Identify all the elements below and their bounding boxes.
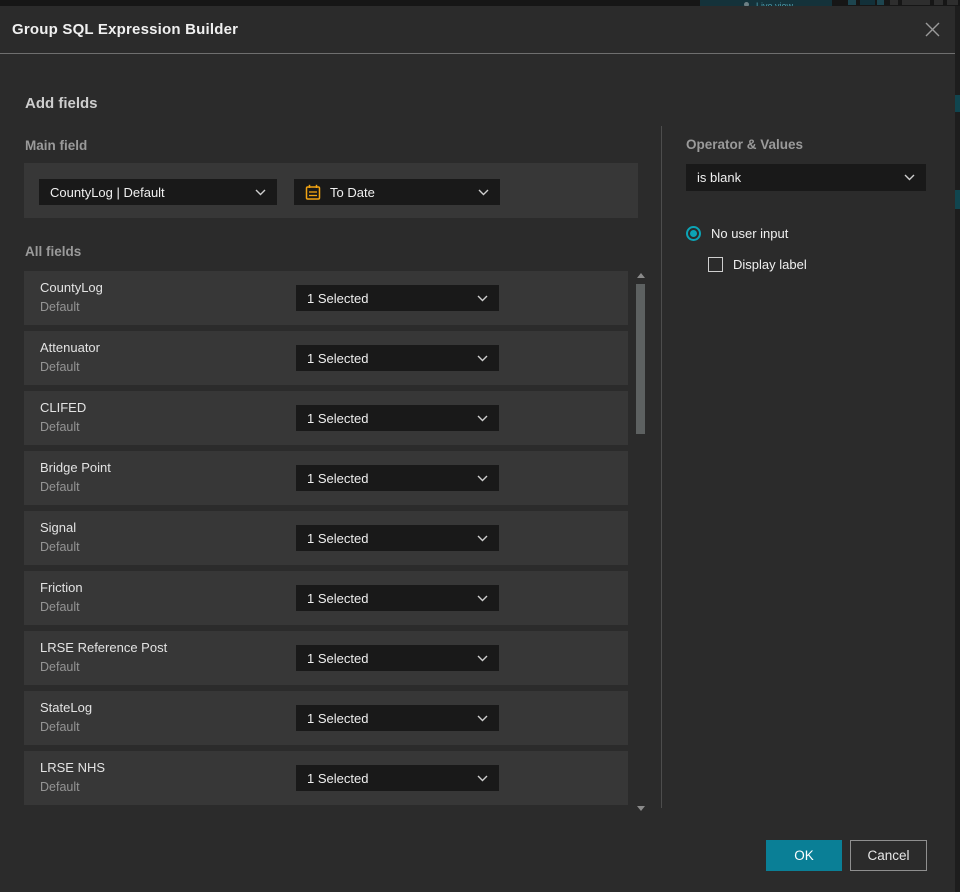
chevron-down-icon <box>477 475 488 482</box>
toolbar-fragment <box>902 0 930 5</box>
field-row-statelog: StateLog Default 1 Selected <box>24 691 628 745</box>
scroll-down-arrow-icon[interactable] <box>637 806 645 811</box>
toolbar-fragment <box>848 0 856 5</box>
selection-value: 1 Selected <box>307 410 369 426</box>
field-selection-dropdown[interactable]: 1 Selected <box>296 345 499 371</box>
field-name: LRSE NHS <box>40 760 106 775</box>
field-sublabel: Default <box>40 480 80 494</box>
selection-value: 1 Selected <box>307 710 369 726</box>
dialog-header: Group SQL Expression Builder <box>0 6 955 54</box>
field-name: CLIFED <box>40 400 87 415</box>
field-row-friction: Friction Default 1 Selected <box>24 571 628 625</box>
cancel-button[interactable]: Cancel <box>850 840 927 871</box>
radio-selected-icon <box>686 226 701 241</box>
ok-button[interactable]: OK <box>766 840 842 871</box>
toolbar-fragment <box>877 0 884 5</box>
field-row-signal: Signal Default 1 Selected <box>24 511 628 565</box>
chevron-down-icon <box>477 355 488 362</box>
chevron-down-icon <box>904 174 915 181</box>
layer-select-value: CountyLog | Default <box>50 184 165 200</box>
toolbar-fragment <box>860 0 875 5</box>
dialog-title: Group SQL Expression Builder <box>12 21 239 38</box>
all-fields-list: CountyLog Default 1 Selected Attenuator … <box>24 271 628 805</box>
selection-value: 1 Selected <box>307 770 369 786</box>
field-row-clifed: CLIFED Default 1 Selected <box>24 391 628 445</box>
background-fragment <box>955 190 960 209</box>
field-sublabel: Default <box>40 360 80 374</box>
operator-values-heading: Operator & Values <box>686 137 804 152</box>
main-field-label: Main field <box>25 138 88 153</box>
scroll-up-arrow-icon[interactable] <box>637 273 645 278</box>
chevron-down-icon <box>255 189 266 196</box>
all-fields-label: All fields <box>25 244 82 259</box>
field-selection-dropdown[interactable]: 1 Selected <box>296 405 499 431</box>
chevron-down-icon <box>477 295 488 302</box>
background-fragment <box>955 95 960 112</box>
field-selection-dropdown[interactable]: 1 Selected <box>296 585 499 611</box>
chevron-down-icon <box>477 715 488 722</box>
panel-divider <box>661 126 662 808</box>
field-sublabel: Default <box>40 600 80 614</box>
x-close-icon <box>925 22 939 36</box>
chevron-down-icon <box>478 189 489 196</box>
field-selection-dropdown[interactable]: 1 Selected <box>296 645 499 671</box>
chevron-down-icon <box>477 595 488 602</box>
field-selection-dropdown[interactable]: 1 Selected <box>296 285 499 311</box>
field-row-attenuator: Attenuator Default 1 Selected <box>24 331 628 385</box>
main-field-panel: CountyLog | Default To Date <box>24 163 638 218</box>
field-sublabel: Default <box>40 720 80 734</box>
selection-value: 1 Selected <box>307 530 369 546</box>
field-name: Friction <box>40 580 83 595</box>
field-row-lrse-reference-post: LRSE Reference Post Default 1 Selected <box>24 631 628 685</box>
field-row-countylog: CountyLog Default 1 Selected <box>24 271 628 325</box>
toolbar-fragment <box>934 0 943 5</box>
field-select-value: To Date <box>330 184 375 200</box>
close-button[interactable] <box>922 19 942 39</box>
field-name: Attenuator <box>40 340 100 355</box>
chevron-down-icon <box>477 775 488 782</box>
checkbox-unchecked-icon <box>708 257 723 272</box>
field-name: StateLog <box>40 700 93 715</box>
field-sublabel: Default <box>40 300 80 314</box>
chevron-down-icon <box>477 655 488 662</box>
selection-value: 1 Selected <box>307 590 369 606</box>
toolbar-fragment <box>890 0 898 5</box>
main-field-layer-select[interactable]: CountyLog | Default <box>39 179 277 205</box>
operator-select[interactable]: is blank <box>686 164 926 191</box>
toolbar-fragment <box>947 0 958 5</box>
field-selection-dropdown[interactable]: 1 Selected <box>296 525 499 551</box>
no-user-input-radio[interactable]: No user input <box>686 226 788 241</box>
main-field-field-select[interactable]: To Date <box>294 179 500 205</box>
add-fields-heading: Add fields <box>25 95 98 112</box>
field-selection-dropdown[interactable]: 1 Selected <box>296 465 499 491</box>
field-sublabel: Default <box>40 420 80 434</box>
field-name: Bridge Point <box>40 460 111 475</box>
field-selection-dropdown[interactable]: 1 Selected <box>296 765 499 791</box>
selection-value: 1 Selected <box>307 650 369 666</box>
field-selection-dropdown[interactable]: 1 Selected <box>296 705 499 731</box>
no-user-input-label: No user input <box>711 226 789 241</box>
display-label-label: Display label <box>733 257 807 272</box>
selection-value: 1 Selected <box>307 350 369 366</box>
field-sublabel: Default <box>40 780 80 794</box>
field-name: Signal <box>40 520 77 535</box>
field-row-lrse-nhs: LRSE NHS Default 1 Selected <box>24 751 628 805</box>
scrollbar-thumb[interactable] <box>636 284 645 434</box>
operator-select-value: is blank <box>697 170 742 185</box>
field-name: LRSE Reference Post <box>40 640 168 655</box>
field-sublabel: Default <box>40 540 80 554</box>
selection-value: 1 Selected <box>307 470 369 486</box>
display-label-checkbox[interactable]: Display label <box>708 257 807 272</box>
background-app-right-edge <box>955 6 960 892</box>
field-name: CountyLog <box>40 280 103 295</box>
chevron-down-icon <box>477 415 488 422</box>
field-sublabel: Default <box>40 660 80 674</box>
all-fields-scrollbar[interactable] <box>634 270 647 813</box>
calendar-date-icon <box>305 184 321 201</box>
field-row-bridge-point: Bridge Point Default 1 Selected <box>24 451 628 505</box>
chevron-down-icon <box>477 535 488 542</box>
group-sql-expression-builder-dialog: Group SQL Expression Builder Add fields … <box>0 6 955 892</box>
selection-value: 1 Selected <box>307 290 369 306</box>
